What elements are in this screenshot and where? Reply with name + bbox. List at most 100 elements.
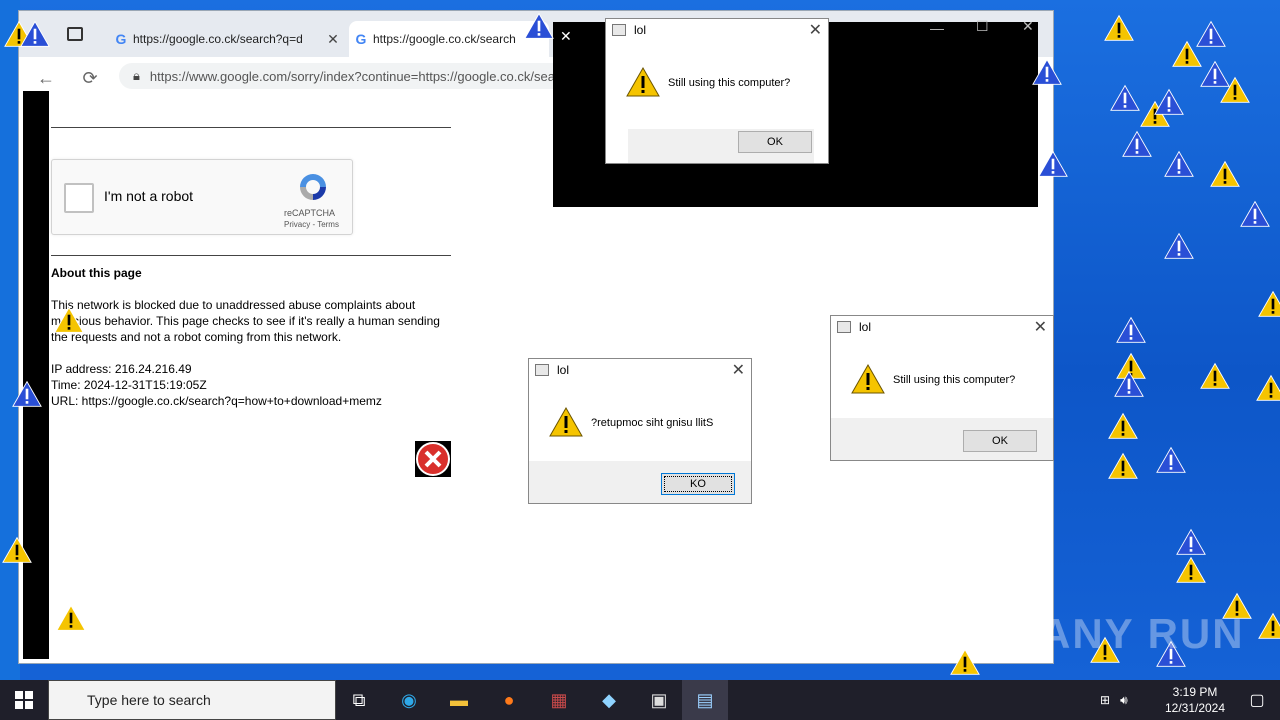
recaptcha-checkbox[interactable] xyxy=(64,183,94,213)
dialog-reversed: lol ✕ ?retupmoc siht gnisu llitS KO xyxy=(528,358,752,504)
dialog-still-using-2: lol ✕ Still using this computer? OK xyxy=(830,315,1054,461)
blocked-url: URL: https://google.co.ck/search?q=how+t… xyxy=(51,394,382,408)
active-window-icon[interactable]: ▤ xyxy=(682,680,728,720)
warning-icon xyxy=(524,12,554,39)
file-explorer-icon[interactable]: ▬ xyxy=(436,680,482,720)
dialog-titlebar: lol ✕ xyxy=(606,19,828,41)
google-icon: G xyxy=(115,31,127,47)
google-icon: G xyxy=(355,31,367,47)
warning-icon xyxy=(1196,20,1226,47)
refresh-icon[interactable]: ⟳ xyxy=(77,65,103,91)
volume-icon[interactable]: 🔊︎ xyxy=(1120,693,1128,708)
timestamp: Time: 2024-12-31T15:19:05Z xyxy=(51,378,207,392)
warning-icon xyxy=(56,604,86,631)
warning-icon xyxy=(851,364,885,394)
warning-icon xyxy=(1032,58,1062,85)
ok-button[interactable]: OK xyxy=(738,131,812,153)
divider xyxy=(51,127,451,128)
divider xyxy=(51,255,451,256)
clock-time: 3:19 PM xyxy=(1172,685,1218,699)
recaptcha-links[interactable]: Privacy - Terms xyxy=(284,220,339,229)
warning-icon xyxy=(2,536,32,563)
taskbar-search[interactable]: Type here to search xyxy=(48,680,336,720)
dialog-app-icon[interactable]: ▣ xyxy=(636,680,682,720)
dialog-still-using-1: lol ✕ Still using this computer? OK xyxy=(605,18,829,164)
warning-icon xyxy=(1156,446,1186,473)
back-icon[interactable]: ← xyxy=(33,65,59,91)
recaptcha-widget: I'm not a robot reCAPTCHA Privacy - Term… xyxy=(51,159,353,235)
app-icon xyxy=(837,321,851,333)
warning-icon xyxy=(1038,150,1068,177)
warning-icon xyxy=(626,67,660,97)
app-icon xyxy=(535,364,549,376)
tab-actions-icon[interactable] xyxy=(67,27,83,41)
warning-icon xyxy=(1258,612,1280,639)
task-view-icon[interactable]: ⧉ xyxy=(336,680,382,720)
warning-icon xyxy=(1122,130,1152,157)
winrar-icon[interactable]: ▦ xyxy=(536,680,582,720)
watermark: ANY RUN xyxy=(1040,610,1245,657)
warning-icon xyxy=(950,648,980,675)
lock-icon: 🔒︎ xyxy=(133,68,140,83)
taskbar-clock[interactable]: 3:19 PM 12/31/2024 xyxy=(1160,684,1230,716)
warning-icon xyxy=(549,407,583,437)
warning-icon xyxy=(1114,370,1144,397)
warning-icon xyxy=(1154,88,1184,115)
windows-icon xyxy=(15,691,33,709)
notepad-icon[interactable]: ◆ xyxy=(586,680,632,720)
ko-button[interactable]: KO xyxy=(661,473,735,495)
tab-label: https://google.co.ck/search xyxy=(373,32,516,46)
dialog-message: Still using this computer? xyxy=(668,77,791,89)
error-icon xyxy=(415,441,451,477)
recaptcha-label: I'm not a robot xyxy=(104,188,194,204)
taskbar: Type here to search ⧉ ◉ ▬ ● ▦ ◆ ▣ ▤ ⊞ 🔊︎… xyxy=(0,680,1280,720)
warning-icon xyxy=(1256,374,1280,401)
url-text: https://www.google.com/sorry/index?conti… xyxy=(149,68,574,84)
dialog-title: lol xyxy=(634,23,647,37)
dialog-message: Still using this computer? xyxy=(893,374,1016,386)
firefox-icon[interactable]: ● xyxy=(486,680,532,720)
warning-icon xyxy=(1164,232,1194,259)
black-artifact xyxy=(23,91,49,659)
notifications-icon[interactable]: ▢ xyxy=(1234,680,1280,720)
close-icon[interactable]: ✕ xyxy=(809,20,822,40)
edge-icon[interactable]: ◉ xyxy=(386,680,432,720)
warning-icon xyxy=(1108,412,1138,439)
tab-label: https://google.co.ck/search?q=d xyxy=(133,32,303,46)
dialog-title: lol xyxy=(557,363,570,377)
tab-google-search-2[interactable]: G https://google.co.ck/search xyxy=(349,21,549,57)
warning-icon xyxy=(1258,290,1280,317)
desktop-edge xyxy=(0,0,20,680)
warning-icon xyxy=(1164,150,1194,177)
system-tray: ⊞ 🔊︎ xyxy=(1100,680,1128,720)
search-placeholder: Type here to search xyxy=(87,692,211,708)
warning-icon xyxy=(1240,200,1270,227)
ip-address: IP address: 216.24.216.49 xyxy=(51,362,192,376)
maximize-icon[interactable]: ☐ xyxy=(976,18,989,35)
about-heading: About this page xyxy=(51,266,142,280)
warning-icon xyxy=(1116,316,1146,343)
close-icon[interactable]: ✕ xyxy=(560,28,572,45)
tab-google-search-1[interactable]: G https://google.co.ck/search?q=d ✕ xyxy=(109,21,345,57)
network-icon[interactable]: ⊞ xyxy=(1100,693,1110,707)
close-window-icon[interactable]: ✕ xyxy=(1022,18,1034,35)
dialog-titlebar: lol ✕ xyxy=(529,359,751,381)
about-paragraph: This network is blocked due to unaddress… xyxy=(51,298,440,344)
close-icon[interactable]: ✕ xyxy=(1034,317,1047,337)
recaptcha-brand: reCAPTCHA xyxy=(284,208,336,218)
close-tab-icon[interactable]: ✕ xyxy=(321,31,345,48)
clock-date: 12/31/2024 xyxy=(1164,701,1226,715)
dialog-title: lol xyxy=(859,320,872,334)
warning-icon xyxy=(1200,60,1230,87)
warning-icon xyxy=(1176,556,1206,583)
warning-icon xyxy=(1104,14,1134,41)
warning-icon xyxy=(12,380,42,407)
warning-icon xyxy=(1108,452,1138,479)
dialog-titlebar: lol ✕ xyxy=(831,316,1053,338)
start-button[interactable] xyxy=(0,680,48,720)
warning-icon xyxy=(20,20,50,47)
app-icon xyxy=(612,24,626,36)
close-icon[interactable]: ✕ xyxy=(732,360,745,380)
minimize-icon[interactable]: — xyxy=(930,20,944,36)
ok-button[interactable]: OK xyxy=(963,430,1037,452)
